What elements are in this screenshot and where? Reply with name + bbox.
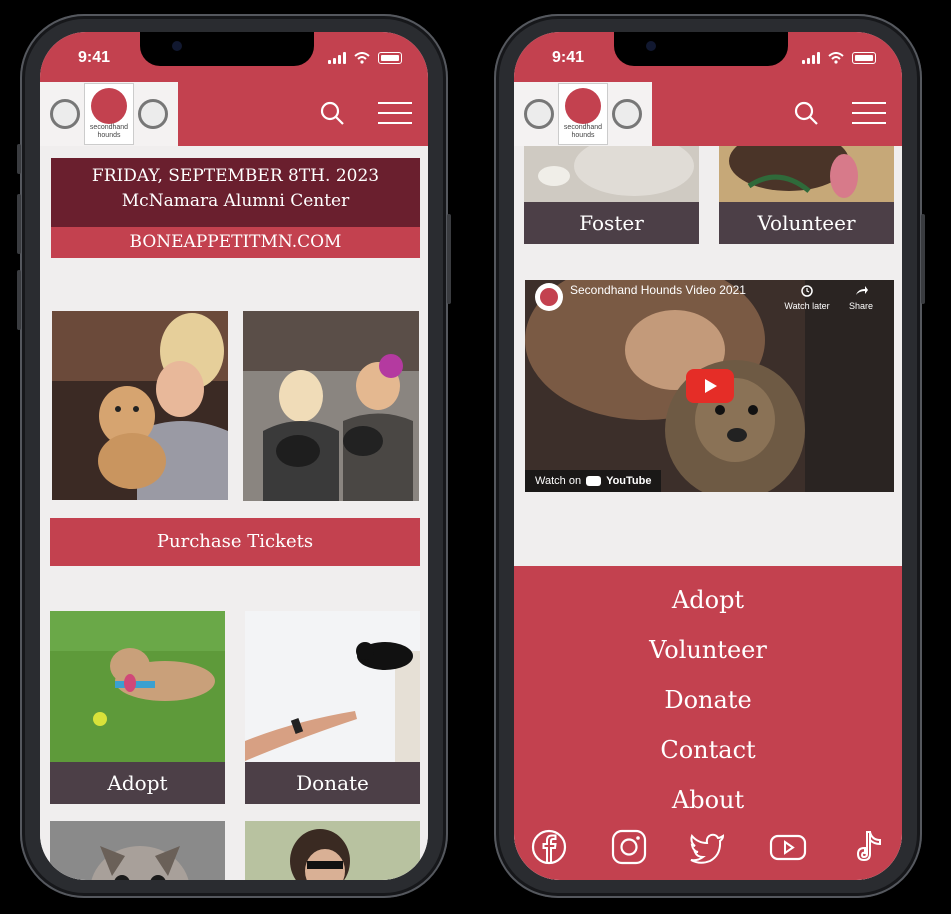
foster-card[interactable]: Foster: [524, 146, 699, 244]
logo-mark: secondhand hounds: [558, 83, 608, 145]
volunteer-dog-image[interactable]: [245, 821, 420, 880]
phone-frame-left: 9:41 secondhand hounds FRIDAY, SEPTEMBER…: [17, 14, 451, 898]
screen-left: 9:41 secondhand hounds FRIDAY, SEPTEMBER…: [40, 32, 428, 880]
wifi-icon: [354, 52, 370, 64]
footer-link-about[interactable]: About: [514, 786, 902, 814]
share-icon: [856, 286, 868, 295]
logo-text-line1: secondhand: [89, 124, 129, 131]
event-website-link[interactable]: BONEAPPETITMN.COM: [51, 227, 420, 258]
foster-card-label: Foster: [524, 202, 699, 244]
event-details: FRIDAY, SEPTEMBER 8TH. 2023 McNamara Alu…: [51, 158, 420, 227]
clock-icon: [801, 285, 813, 297]
channel-avatar[interactable]: [535, 283, 563, 311]
notch: [614, 32, 788, 66]
battery-icon: [378, 52, 402, 64]
watch-on-label: Watch on: [535, 475, 582, 487]
site-header: secondhand hounds: [514, 82, 902, 146]
paw-badge-icon: [50, 99, 80, 129]
instagram-icon[interactable]: [610, 828, 648, 866]
wifi-icon: [828, 52, 844, 64]
paw-badge-icon: [524, 99, 554, 129]
volunteer-card-image: [719, 146, 894, 202]
youtube-logo-icon: [586, 476, 602, 486]
main-content: FRIDAY, SEPTEMBER 8TH. 2023 McNamara Alu…: [40, 146, 428, 880]
volunteer-card-label: Volunteer: [719, 202, 894, 244]
purchase-tickets-button[interactable]: Purchase Tickets: [50, 518, 420, 566]
hamburger-menu-icon[interactable]: [378, 98, 412, 128]
footer-link-donate[interactable]: Donate: [514, 686, 902, 714]
logo-mark: secondhand hounds: [84, 83, 134, 145]
event-date: FRIDAY, SEPTEMBER 8TH. 2023: [91, 166, 380, 186]
adopt-card[interactable]: Adopt: [50, 611, 225, 804]
facebook-icon[interactable]: [530, 828, 568, 866]
power-button: [447, 214, 451, 304]
event-photo-puppy-kiss: [52, 311, 228, 500]
notch: [140, 32, 314, 66]
tiktok-icon[interactable]: [850, 828, 888, 866]
main-content: Foster Volunteer Secondhand Hounds Video…: [514, 146, 902, 880]
event-banner[interactable]: FRIDAY, SEPTEMBER 8TH. 2023 McNamara Alu…: [51, 158, 420, 258]
foster-kitten-image[interactable]: [50, 821, 225, 880]
search-icon[interactable]: [316, 98, 350, 128]
volume-down-button: [17, 270, 21, 330]
adopt-card-image: [50, 611, 225, 762]
watch-later-label: Watch later: [784, 301, 830, 311]
watch-later-button[interactable]: Watch later: [781, 282, 833, 311]
status-time: 9:41: [78, 49, 111, 66]
status-time: 9:41: [552, 49, 585, 66]
mute-switch: [17, 144, 21, 174]
front-camera: [646, 41, 656, 51]
event-venue: McNamara Alumni Center: [121, 191, 350, 211]
site-footer: Adopt Volunteer Donate Contact About: [514, 566, 902, 880]
paw-badge-icon: [138, 99, 168, 129]
paw-badge-icon: [612, 99, 642, 129]
adopt-card-label: Adopt: [50, 762, 225, 804]
donate-card[interactable]: Donate: [245, 611, 420, 804]
red-paw-icon: [540, 288, 558, 306]
search-icon[interactable]: [790, 98, 824, 128]
logo-text-line2: hounds: [97, 132, 121, 139]
twitter-icon[interactable]: [688, 828, 726, 866]
logo-text-line2: hounds: [571, 132, 595, 139]
volume-up-button: [17, 194, 21, 254]
event-photo-dogs-party: [243, 311, 419, 501]
phone-frame-right: 9:41 secondhand hounds Foster Volunteer …: [494, 14, 925, 898]
share-button[interactable]: Share: [843, 282, 879, 311]
footer-link-adopt[interactable]: Adopt: [514, 586, 902, 614]
cellular-signal-icon: [802, 52, 820, 64]
footer-link-volunteer[interactable]: Volunteer: [514, 636, 902, 664]
status-icons: [802, 52, 876, 64]
front-camera: [172, 41, 182, 51]
status-bar: 9:41: [40, 32, 428, 82]
cellular-signal-icon: [328, 52, 346, 64]
site-header: secondhand hounds: [40, 82, 428, 146]
status-icons: [328, 52, 402, 64]
watch-on-youtube-link[interactable]: Watch on YouTube: [525, 470, 662, 492]
donate-card-label: Donate: [245, 762, 420, 804]
logo-text-line1: secondhand: [563, 124, 603, 131]
play-button-icon[interactable]: [686, 369, 734, 403]
youtube-icon[interactable]: [769, 828, 807, 866]
youtube-video-embed[interactable]: Secondhand Hounds Video 2021 Watch later…: [525, 280, 894, 492]
red-paw-icon: [91, 88, 127, 124]
foster-card-image: [524, 146, 699, 202]
video-title[interactable]: Secondhand Hounds Video 2021: [570, 283, 746, 297]
screen-right: 9:41 secondhand hounds Foster Volunteer …: [514, 32, 902, 880]
red-paw-icon: [565, 88, 601, 124]
site-logo[interactable]: secondhand hounds: [40, 82, 178, 146]
site-logo[interactable]: secondhand hounds: [514, 82, 652, 146]
status-bar: 9:41: [514, 32, 902, 82]
hamburger-menu-icon[interactable]: [852, 98, 886, 128]
donate-card-image: [245, 611, 420, 762]
youtube-wordmark: YouTube: [606, 475, 652, 487]
battery-icon: [852, 52, 876, 64]
volunteer-card[interactable]: Volunteer: [719, 146, 894, 244]
share-label: Share: [848, 301, 874, 311]
footer-link-contact[interactable]: Contact: [514, 736, 902, 764]
power-button: [921, 214, 925, 304]
